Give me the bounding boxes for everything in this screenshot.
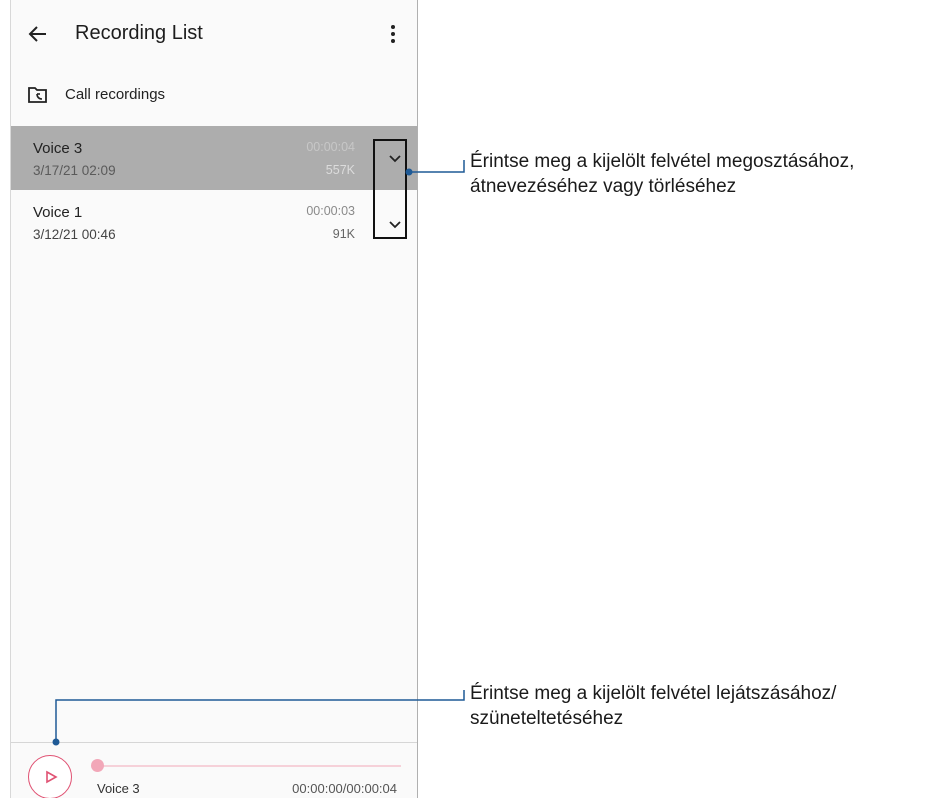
callout-play: Érintse meg a kijelölt felvétel lejátszá…: [470, 681, 836, 731]
callout-leader-lines: [52, 160, 465, 746]
callout-options-line1: Érintse meg a kijelölt felvétel megosztá…: [470, 151, 855, 172]
callout-options-line2: átnevezéséhez vagy törléséhez: [470, 176, 737, 197]
callout-options: Érintse meg a kijelölt felvétel megosztá…: [470, 149, 854, 199]
callout-play-line1: Érintse meg a kijelölt felvétel lejátszá…: [470, 683, 837, 704]
callout-play-line2: szüneteltetéséhez: [470, 708, 624, 729]
